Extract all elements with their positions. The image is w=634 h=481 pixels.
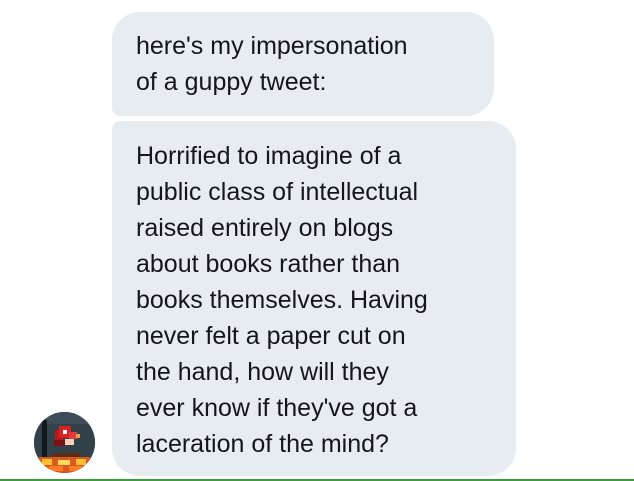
message-bubble-1[interactable]: here's my impersonation of a guppy tweet…	[112, 12, 494, 116]
sender-avatar[interactable]	[34, 412, 95, 473]
pixel-art-avatar-icon	[34, 412, 95, 473]
message-bubble-2[interactable]: Horrified to imagine of a public class o…	[112, 121, 516, 476]
dm-conversation: here's my impersonation of a guppy tweet…	[0, 0, 634, 481]
